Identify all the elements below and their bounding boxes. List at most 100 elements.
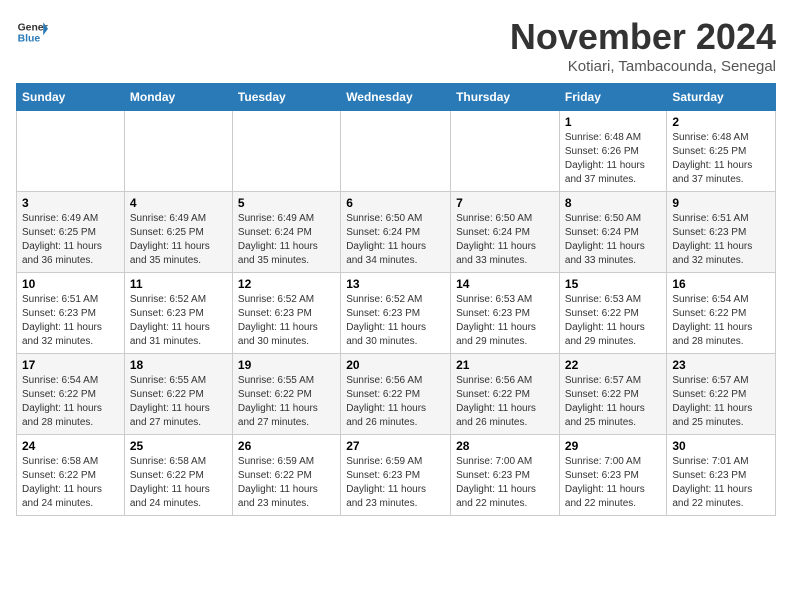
day-number: 30: [672, 439, 770, 453]
calendar-cell: 23 Sunrise: 6:57 AM Sunset: 6:22 PM Dayli…: [667, 354, 776, 435]
day-info: Sunrise: 6:58 AM Sunset: 6:22 PM Dayligh…: [22, 455, 119, 511]
month-title: November 2024: [510, 16, 776, 58]
day-info: Sunrise: 6:57 AM Sunset: 6:22 PM Dayligh…: [565, 374, 661, 430]
calendar-cell: 7 Sunrise: 6:50 AM Sunset: 6:24 PM Daylig…: [451, 192, 560, 273]
day-number: 29: [565, 439, 661, 453]
day-info: Sunrise: 6:50 AM Sunset: 6:24 PM Dayligh…: [456, 212, 554, 268]
calendar-cell: [451, 111, 560, 192]
logo-icon: General Blue: [16, 16, 48, 48]
calendar-body: 1 Sunrise: 6:48 AM Sunset: 6:26 PM Daylig…: [17, 111, 776, 516]
calendar-cell: 17Sunrise: 6:54 AM Sunset: 6:22 PM Dayli…: [17, 354, 125, 435]
day-number: 15: [565, 277, 661, 291]
day-info: Sunrise: 6:52 AM Sunset: 6:23 PM Dayligh…: [130, 293, 227, 349]
day-number: 4: [130, 196, 227, 210]
day-info: Sunrise: 6:49 AM Sunset: 6:25 PM Dayligh…: [22, 212, 119, 268]
calendar-cell: [124, 111, 232, 192]
day-info: Sunrise: 6:48 AM Sunset: 6:26 PM Dayligh…: [565, 131, 661, 187]
calendar-cell: 18Sunrise: 6:55 AM Sunset: 6:22 PM Dayli…: [124, 354, 232, 435]
day-number: 25: [130, 439, 227, 453]
day-number: 1: [565, 115, 661, 129]
day-header-tuesday: Tuesday: [232, 84, 340, 111]
calendar-cell: 2 Sunrise: 6:48 AM Sunset: 6:25 PM Daylig…: [667, 111, 776, 192]
day-number: 24: [22, 439, 119, 453]
day-number: 13: [346, 277, 445, 291]
day-info: Sunrise: 6:54 AM Sunset: 6:22 PM Dayligh…: [22, 374, 119, 430]
svg-text:Blue: Blue: [18, 34, 41, 45]
calendar-cell: 29Sunrise: 7:00 AM Sunset: 6:23 PM Dayli…: [559, 435, 666, 516]
day-info: Sunrise: 6:55 AM Sunset: 6:22 PM Dayligh…: [130, 374, 227, 430]
calendar-cell: 30 Sunrise: 7:01 AM Sunset: 6:23 PM Dayli…: [667, 435, 776, 516]
calendar-cell: 21 Sunrise: 6:56 AM Sunset: 6:22 PM Dayli…: [451, 354, 560, 435]
day-number: 11: [130, 277, 227, 291]
calendar-header-row: SundayMondayTuesdayWednesdayThursdayFrid…: [17, 84, 776, 111]
calendar-cell: 26Sunrise: 6:59 AM Sunset: 6:22 PM Dayli…: [232, 435, 340, 516]
calendar-cell: 11 Sunrise: 6:52 AM Sunset: 6:23 PM Dayli…: [124, 273, 232, 354]
calendar-cell: 6 Sunrise: 6:50 AM Sunset: 6:24 PM Daylig…: [341, 192, 451, 273]
calendar-cell: 24 Sunrise: 6:58 AM Sunset: 6:22 PM Dayli…: [17, 435, 125, 516]
day-info: Sunrise: 6:50 AM Sunset: 6:24 PM Dayligh…: [346, 212, 445, 268]
calendar-cell: 14Sunrise: 6:53 AM Sunset: 6:23 PM Dayli…: [451, 273, 560, 354]
day-number: 8: [565, 196, 661, 210]
calendar-cell: 27 Sunrise: 6:59 AM Sunset: 6:23 PM Dayli…: [341, 435, 451, 516]
day-header-monday: Monday: [124, 84, 232, 111]
day-number: 22: [565, 358, 661, 372]
calendar-cell: 8 Sunrise: 6:50 AM Sunset: 6:24 PM Daylig…: [559, 192, 666, 273]
calendar-cell: 22 Sunrise: 6:57 AM Sunset: 6:22 PM Dayli…: [559, 354, 666, 435]
day-number: 5: [238, 196, 335, 210]
day-info: Sunrise: 6:54 AM Sunset: 6:22 PM Dayligh…: [672, 293, 770, 349]
day-header-sunday: Sunday: [17, 84, 125, 111]
day-info: Sunrise: 6:59 AM Sunset: 6:23 PM Dayligh…: [346, 455, 445, 511]
day-info: Sunrise: 6:56 AM Sunset: 6:22 PM Dayligh…: [346, 374, 445, 430]
day-number: 28: [456, 439, 554, 453]
day-info: Sunrise: 6:53 AM Sunset: 6:22 PM Dayligh…: [565, 293, 661, 349]
day-info: Sunrise: 6:58 AM Sunset: 6:22 PM Dayligh…: [130, 455, 227, 511]
calendar-week-2: 3 Sunrise: 6:49 AM Sunset: 6:25 PM Daylig…: [17, 192, 776, 273]
day-number: 6: [346, 196, 445, 210]
day-info: Sunrise: 6:56 AM Sunset: 6:22 PM Dayligh…: [456, 374, 554, 430]
day-number: 7: [456, 196, 554, 210]
calendar-cell: 1 Sunrise: 6:48 AM Sunset: 6:26 PM Daylig…: [559, 111, 666, 192]
calendar-cell: 4 Sunrise: 6:49 AM Sunset: 6:25 PM Daylig…: [124, 192, 232, 273]
calendar-week-1: 1 Sunrise: 6:48 AM Sunset: 6:26 PM Daylig…: [17, 111, 776, 192]
day-info: Sunrise: 6:49 AM Sunset: 6:25 PM Dayligh…: [130, 212, 227, 268]
day-info: Sunrise: 6:53 AM Sunset: 6:23 PM Dayligh…: [456, 293, 554, 349]
day-header-wednesday: Wednesday: [341, 84, 451, 111]
day-number: 10: [22, 277, 119, 291]
day-number: 16: [672, 277, 770, 291]
calendar-cell: 16 Sunrise: 6:54 AM Sunset: 6:22 PM Dayli…: [667, 273, 776, 354]
calendar-cell: 20Sunrise: 6:56 AM Sunset: 6:22 PM Dayli…: [341, 354, 451, 435]
calendar-cell: 25 Sunrise: 6:58 AM Sunset: 6:22 PM Dayli…: [124, 435, 232, 516]
day-number: 2: [672, 115, 770, 129]
day-info: Sunrise: 6:48 AM Sunset: 6:25 PM Dayligh…: [672, 131, 770, 187]
day-number: 21: [456, 358, 554, 372]
title-area: November 2024 Kotiari, Tambacounda, Sene…: [510, 16, 776, 75]
day-info: Sunrise: 6:57 AM Sunset: 6:22 PM Dayligh…: [672, 374, 770, 430]
day-number: 12: [238, 277, 335, 291]
header: General Blue November 2024 Kotiari, Tamb…: [16, 16, 776, 75]
day-info: Sunrise: 6:52 AM Sunset: 6:23 PM Dayligh…: [346, 293, 445, 349]
day-info: Sunrise: 6:50 AM Sunset: 6:24 PM Dayligh…: [565, 212, 661, 268]
day-header-friday: Friday: [559, 84, 666, 111]
calendar-week-3: 10Sunrise: 6:51 AM Sunset: 6:23 PM Dayli…: [17, 273, 776, 354]
day-number: 27: [346, 439, 445, 453]
calendar-cell: 9Sunrise: 6:51 AM Sunset: 6:23 PM Daylig…: [667, 192, 776, 273]
day-header-thursday: Thursday: [451, 84, 560, 111]
day-header-saturday: Saturday: [667, 84, 776, 111]
day-info: Sunrise: 6:59 AM Sunset: 6:22 PM Dayligh…: [238, 455, 335, 511]
day-info: Sunrise: 7:01 AM Sunset: 6:23 PM Dayligh…: [672, 455, 770, 511]
calendar-cell: 13 Sunrise: 6:52 AM Sunset: 6:23 PM Dayli…: [341, 273, 451, 354]
calendar-cell: [17, 111, 125, 192]
day-number: 3: [22, 196, 119, 210]
calendar-cell: 10Sunrise: 6:51 AM Sunset: 6:23 PM Dayli…: [17, 273, 125, 354]
calendar-cell: 28 Sunrise: 7:00 AM Sunset: 6:23 PM Dayli…: [451, 435, 560, 516]
calendar-week-5: 24 Sunrise: 6:58 AM Sunset: 6:22 PM Dayli…: [17, 435, 776, 516]
calendar-cell: 12Sunrise: 6:52 AM Sunset: 6:23 PM Dayli…: [232, 273, 340, 354]
calendar-cell: 19Sunrise: 6:55 AM Sunset: 6:22 PM Dayli…: [232, 354, 340, 435]
day-info: Sunrise: 6:51 AM Sunset: 6:23 PM Dayligh…: [672, 212, 770, 268]
day-number: 23: [672, 358, 770, 372]
day-info: Sunrise: 6:55 AM Sunset: 6:22 PM Dayligh…: [238, 374, 335, 430]
day-info: Sunrise: 7:00 AM Sunset: 6:23 PM Dayligh…: [456, 455, 554, 511]
calendar-week-4: 17Sunrise: 6:54 AM Sunset: 6:22 PM Dayli…: [17, 354, 776, 435]
calendar-cell: 15 Sunrise: 6:53 AM Sunset: 6:22 PM Dayli…: [559, 273, 666, 354]
calendar-table: SundayMondayTuesdayWednesdayThursdayFrid…: [16, 83, 776, 516]
